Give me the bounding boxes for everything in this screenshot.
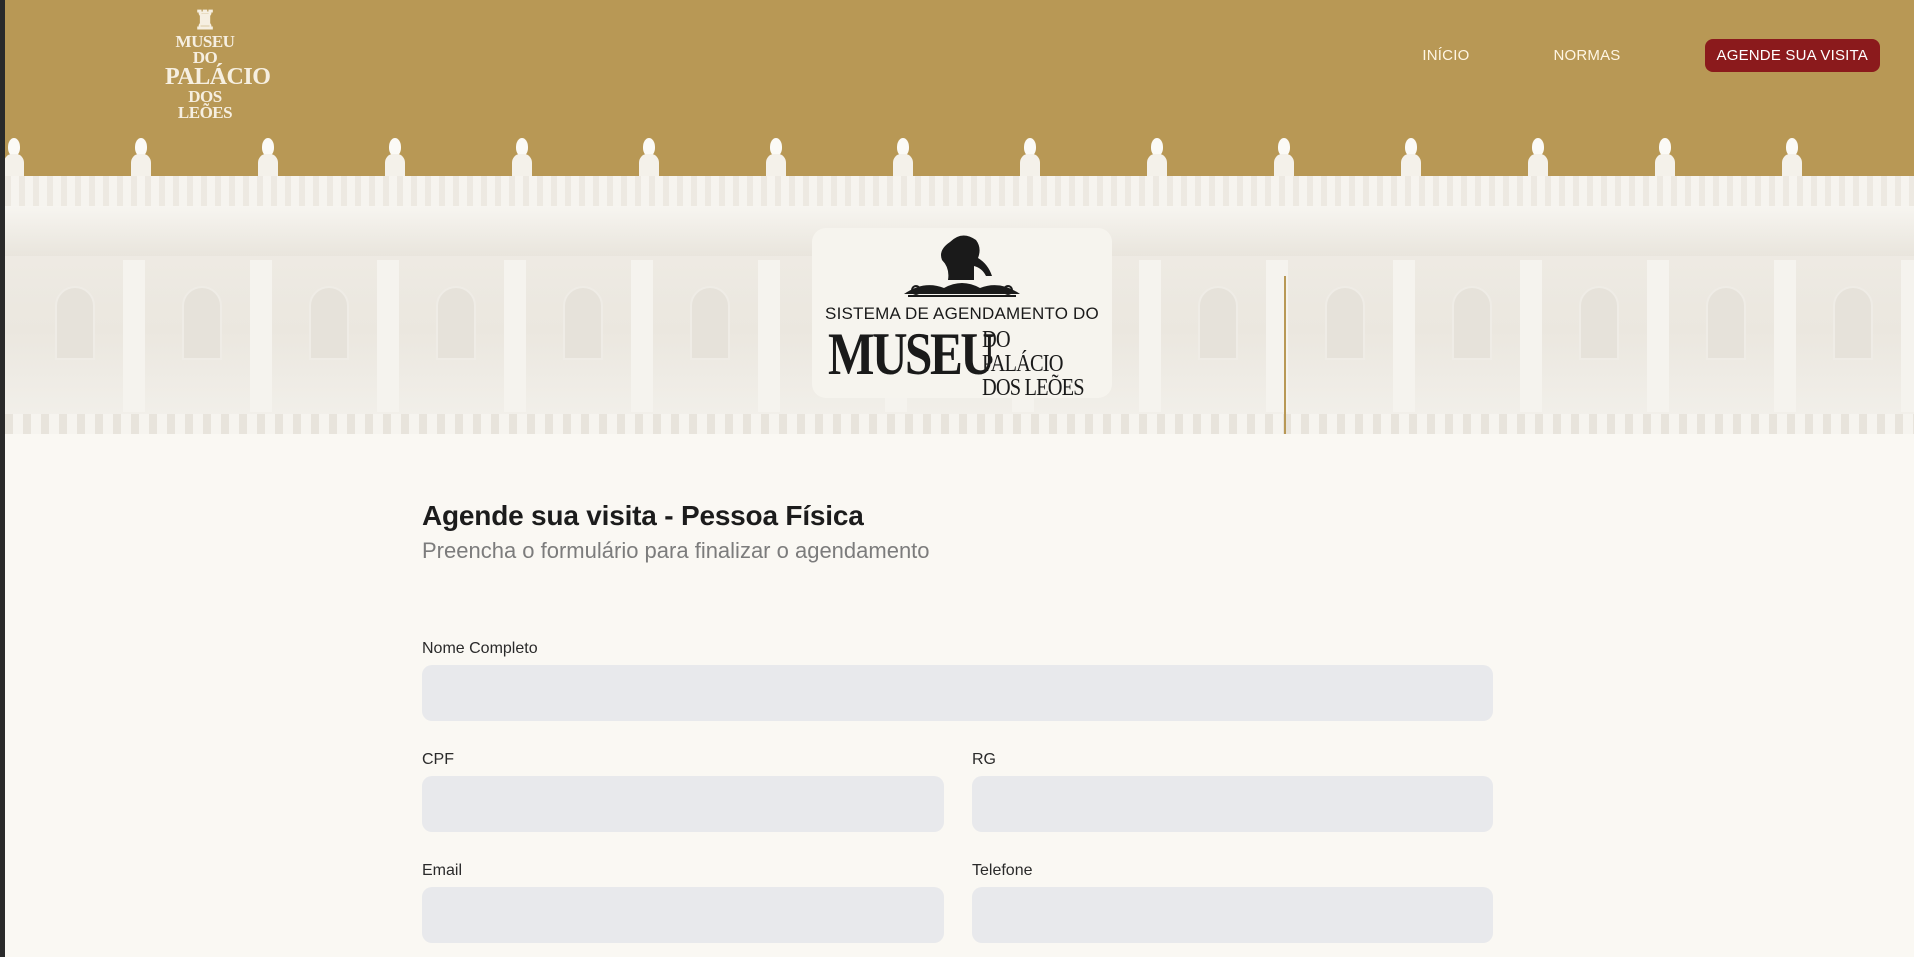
finial-ornament bbox=[1400, 136, 1422, 176]
facade-window bbox=[563, 286, 603, 360]
logo-line-3: DOS LEÕES bbox=[177, 87, 233, 123]
schedule-visit-button[interactable]: AGENDE SUA VISITA bbox=[1704, 38, 1880, 72]
facade-window bbox=[55, 286, 95, 360]
facade-pillar bbox=[1901, 260, 1914, 412]
cpf-input[interactable] bbox=[422, 776, 944, 832]
finial-ornament bbox=[257, 136, 279, 176]
finial-ornament bbox=[384, 136, 406, 176]
hero-logo: SISTEMA DE AGENDAMENTO DO MUSEU DO PALÁC… bbox=[812, 228, 1112, 400]
rg-input[interactable] bbox=[972, 776, 1493, 832]
hero-dos-leoes: DOS LEÕES bbox=[982, 375, 1085, 401]
facade-pillar bbox=[1774, 260, 1796, 412]
facade-window bbox=[309, 286, 349, 360]
cpf-label: CPF bbox=[422, 751, 454, 768]
facade-window bbox=[1452, 286, 1492, 360]
facade-pillar bbox=[1647, 260, 1669, 412]
logo-line-2: PALÁCIO bbox=[165, 64, 271, 91]
nav-link-normas[interactable]: NORMAS bbox=[1553, 47, 1620, 64]
hero-do-palacio: DO PALÁCIO bbox=[982, 327, 1063, 377]
nome-label: Nome Completo bbox=[422, 640, 538, 657]
finial-ornament bbox=[511, 136, 533, 176]
finial-ornament bbox=[892, 136, 914, 176]
nav-link-inicio[interactable]: INÍCIO bbox=[1422, 47, 1469, 64]
balustrade-finials bbox=[5, 136, 1914, 176]
nome-input[interactable] bbox=[422, 665, 1493, 721]
facade-window bbox=[436, 286, 476, 360]
gold-divider bbox=[1284, 276, 1286, 434]
facade-pillar bbox=[1520, 260, 1542, 412]
facade-window bbox=[1706, 286, 1746, 360]
facade-pillar bbox=[1139, 260, 1161, 412]
finial-ornament bbox=[765, 136, 787, 176]
rg-label: RG bbox=[972, 751, 996, 768]
logo-line-1: MUSEU DO bbox=[175, 32, 235, 68]
finial-ornament bbox=[1146, 136, 1168, 176]
lion-emblem-icon bbox=[904, 235, 1020, 297]
visit-form: Agende sua visita - Pessoa Física Preenc… bbox=[422, 500, 1494, 564]
facade-window bbox=[1833, 286, 1873, 360]
lion-icon: ♜ bbox=[193, 6, 217, 35]
telefone-label: Telefone bbox=[972, 862, 1033, 879]
finial-ornament bbox=[1781, 136, 1803, 176]
hero-museu: MUSEU bbox=[828, 321, 996, 387]
site-header: ♜ MUSEU DO PALÁCIO DOS LEÕES INÍCIO NORM… bbox=[5, 0, 1914, 176]
email-input[interactable] bbox=[422, 887, 944, 943]
facade-window bbox=[1579, 286, 1619, 360]
facade-window bbox=[1325, 286, 1365, 360]
balustrade-rail bbox=[5, 176, 1914, 206]
form-subtitle: Preencha o formulário para finalizar o a… bbox=[422, 538, 930, 563]
bottom-balustrade bbox=[5, 414, 1914, 434]
page: ♜ MUSEU DO PALÁCIO DOS LEÕES INÍCIO NORM… bbox=[5, 0, 1914, 957]
form-title: Agende sua visita - Pessoa Física bbox=[422, 500, 864, 531]
facade-pillar bbox=[250, 260, 272, 412]
facade-window bbox=[1198, 286, 1238, 360]
facade-pillar bbox=[1393, 260, 1415, 412]
facade-pillar bbox=[377, 260, 399, 412]
museum-logo[interactable]: ♜ MUSEU DO PALÁCIO DOS LEÕES bbox=[165, 6, 271, 122]
facade-pillar bbox=[504, 260, 526, 412]
finial-ornament bbox=[1654, 136, 1676, 176]
facade-window bbox=[182, 286, 222, 360]
facade-pillar bbox=[631, 260, 653, 412]
finial-ornament bbox=[638, 136, 660, 176]
finial-ornament bbox=[130, 136, 152, 176]
finial-ornament bbox=[1273, 136, 1295, 176]
hero-palacio-leoes: DO PALÁCIO DOS LEÕES bbox=[982, 328, 1093, 400]
facade-pillar bbox=[123, 260, 145, 412]
facade-pillar bbox=[758, 260, 780, 412]
telefone-input[interactable] bbox=[972, 887, 1493, 943]
facade-window bbox=[690, 286, 730, 360]
finial-ornament bbox=[1019, 136, 1041, 176]
main-nav: INÍCIO NORMAS AGENDE SUA VISITA bbox=[1422, 38, 1880, 72]
email-label: Email bbox=[422, 862, 463, 879]
finial-ornament bbox=[1527, 136, 1549, 176]
finial-ornament bbox=[5, 136, 25, 176]
